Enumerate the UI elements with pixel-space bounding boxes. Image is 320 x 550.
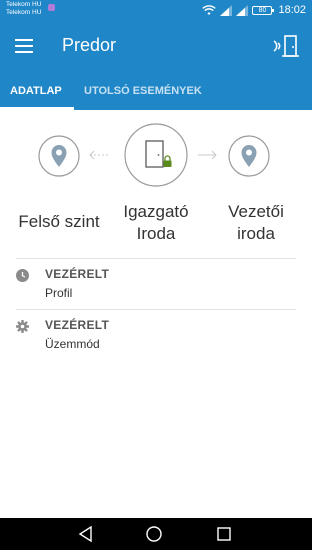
divider	[16, 309, 296, 310]
location-pin-icon[interactable]	[38, 135, 80, 177]
location-to-label: Vezetői iroda	[228, 202, 284, 243]
location-pin-icon[interactable]	[228, 135, 270, 177]
detail-subtitle: Profil	[45, 286, 73, 300]
detail-row-profile[interactable]: VEZÉRELT Profil	[0, 266, 312, 312]
signal-icon	[236, 4, 249, 16]
system-nav-bar	[0, 518, 312, 550]
main-content: Felső szint Igazgató Iroda Vezetői iroda…	[0, 110, 312, 518]
back-icon[interactable]	[76, 524, 96, 544]
carrier-line-2: Telekom HU	[6, 9, 42, 16]
detail-title: VEZÉRELT	[45, 267, 110, 281]
door-locked-icon[interactable]	[124, 123, 188, 187]
divider	[16, 258, 296, 259]
tab-utolso-esemenyek[interactable]: UTOLSÓ ESEMÉNYEK	[84, 72, 202, 110]
recent-apps-icon[interactable]	[214, 524, 234, 544]
detail-subtitle: Üzemmód	[45, 337, 100, 351]
wifi-icon	[202, 4, 217, 15]
detail-title: VEZÉRELT	[45, 318, 110, 332]
location-from-label: Felső szint	[18, 212, 100, 231]
carrier-line-1: Telekom HU	[6, 1, 42, 8]
status-bar: Telekom HU Telekom HU 80 18:02	[0, 0, 312, 20]
arrow-left-icon	[89, 150, 108, 160]
status-icons: 80 18:02	[202, 3, 306, 17]
location-current-label: Igazgató Iroda	[123, 202, 189, 243]
notification-icon	[48, 4, 55, 11]
tab-bar: ADATLAP UTOLSÓ ESEMÉNYEK	[0, 72, 312, 110]
door-signal-icon[interactable]	[270, 32, 302, 60]
gear-icon	[16, 320, 29, 333]
app-bar: Predor	[0, 20, 312, 72]
clock-time: 18:02	[278, 4, 306, 16]
arrow-right-icon	[198, 150, 217, 160]
signal-icon	[220, 4, 233, 16]
carrier-info: Telekom HU Telekom HU	[6, 1, 55, 17]
tab-adatlap[interactable]: ADATLAP	[10, 72, 62, 110]
clock-icon	[16, 269, 29, 282]
home-icon[interactable]	[144, 524, 164, 544]
detail-row-mode[interactable]: VEZÉRELT Üzemmód	[0, 317, 312, 363]
app-title: Predor	[62, 35, 117, 55]
battery-icon: 80	[252, 5, 275, 15]
hamburger-menu-icon[interactable]	[8, 30, 40, 62]
